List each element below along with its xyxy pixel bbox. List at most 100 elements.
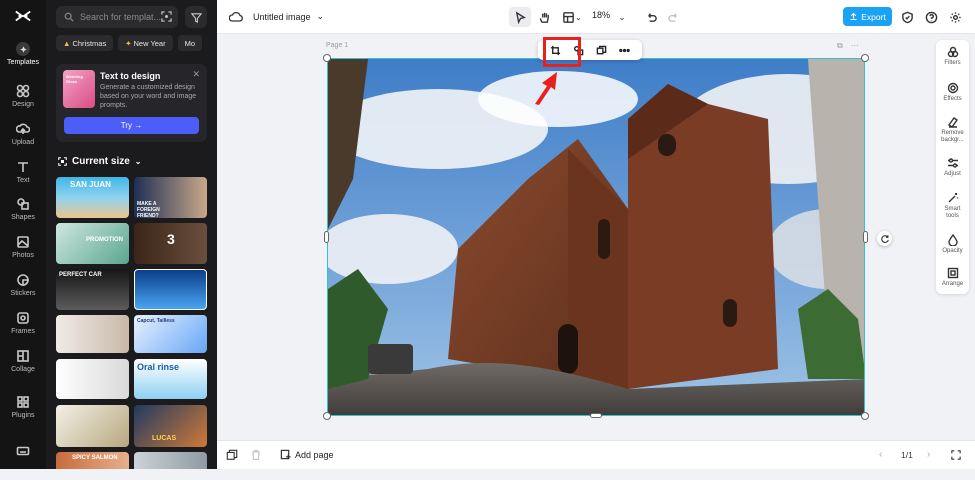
tool-label: Filters	[944, 60, 961, 66]
thumb-text: Wedding Gloss	[66, 74, 83, 84]
plugins-icon	[17, 396, 29, 408]
template-card[interactable]: PROMOTION	[56, 223, 129, 264]
adjust-icon	[947, 158, 958, 168]
undo-button[interactable]	[641, 7, 661, 27]
nav-item-collage[interactable]: Collage	[0, 349, 46, 385]
nav-label: Stickers	[10, 290, 36, 297]
collage-icon	[17, 350, 29, 362]
more-icon[interactable]: ···	[851, 41, 859, 51]
resize-handle[interactable]	[863, 231, 868, 243]
cloud-save-icon[interactable]	[229, 10, 243, 24]
chevron-down-icon: ⌄	[316, 11, 325, 21]
chip-christmas[interactable]: ▲ Christmas	[56, 35, 114, 51]
layout-tool-button[interactable]: ⌄	[557, 7, 587, 27]
template-card[interactable]: MAKE A FOREIGN FRIEND?	[134, 177, 207, 218]
export-button[interactable]: Export	[843, 7, 892, 26]
nav-item-stickers[interactable]: Stickers	[0, 273, 46, 309]
filter-icon	[190, 12, 202, 23]
template-card[interactable]: 3	[134, 223, 207, 264]
template-card[interactable]	[56, 405, 129, 447]
expand-icon[interactable]	[951, 450, 961, 460]
nav-item-upload[interactable]: Upload	[0, 122, 46, 158]
hand-icon	[539, 12, 549, 23]
templates-icon	[16, 42, 30, 56]
text-icon	[18, 162, 28, 172]
add-page-button[interactable]: Add page	[280, 449, 334, 460]
more-icon[interactable]	[619, 45, 630, 56]
search-placeholder: Search for templat...	[80, 12, 162, 22]
nav-label: Shapes	[11, 214, 35, 221]
template-text: Oral rinse	[137, 362, 180, 372]
redo-button[interactable]	[663, 7, 683, 27]
resize-handle[interactable]	[323, 54, 331, 62]
keyboard-icon	[16, 446, 30, 456]
church-photo[interactable]	[327, 58, 865, 416]
help-button[interactable]	[923, 7, 939, 27]
resize-handle[interactable]	[590, 413, 602, 418]
nav-item-plugins[interactable]: Plugins	[0, 395, 46, 431]
capcut-logo-icon[interactable]	[14, 8, 32, 24]
nav-item-frames[interactable]: Frames	[0, 311, 46, 347]
crop-highlight-box	[543, 37, 581, 67]
zoom-level[interactable]: 18%	[592, 10, 610, 20]
template-card[interactable]: LUCAS	[134, 405, 207, 447]
template-text: SPICY SALMON	[72, 455, 118, 461]
rotate-icon	[880, 234, 889, 243]
template-card[interactable]	[134, 452, 207, 469]
rotate-handle[interactable]	[877, 231, 892, 246]
filters-button[interactable]: Filters	[936, 46, 969, 67]
template-text: LUCAS	[152, 435, 177, 442]
nav-label: Design	[12, 101, 34, 108]
settings-button[interactable]	[947, 7, 963, 27]
shield-button[interactable]	[899, 7, 915, 27]
duplicate-page-icon[interactable]: ⧉	[837, 41, 843, 51]
zoom-dropdown[interactable]: ⌄	[615, 7, 629, 27]
duplicate-icon[interactable]	[596, 45, 607, 56]
image-search-icon[interactable]	[161, 11, 172, 22]
template-text: SAN JUAN	[70, 180, 111, 189]
chip-new-year[interactable]: ✦ New Year	[118, 35, 173, 51]
resize-handle[interactable]	[861, 54, 869, 62]
template-card[interactable]: PERFECT CAR	[56, 269, 129, 310]
nav-item-templates[interactable]: Templates	[0, 42, 46, 78]
resize-handle[interactable]	[323, 412, 331, 420]
trash-icon[interactable]	[250, 449, 262, 461]
next-page-icon[interactable]: ›	[927, 449, 930, 460]
nav-item-photos[interactable]: Photos	[0, 235, 46, 271]
template-card[interactable]: Capcut, Tailless	[134, 315, 207, 353]
previous-page-icon[interactable]: ‹	[879, 449, 882, 460]
template-card[interactable]	[56, 315, 129, 353]
layers-icon[interactable]	[226, 449, 238, 461]
try-button[interactable]: Try →	[64, 117, 199, 134]
text-to-design-card[interactable]: Wedding Gloss Text to design Generate a …	[56, 64, 207, 142]
keyboard-shortcuts-button[interactable]	[0, 444, 46, 480]
template-search-input[interactable]: Search for templat...	[56, 6, 178, 28]
chip-more[interactable]: Mo	[177, 35, 203, 51]
effects-button[interactable]: Effects	[936, 82, 969, 103]
nav-item-text[interactable]: Text	[0, 160, 46, 196]
arrange-button[interactable]: Arrange	[936, 267, 969, 288]
filter-button[interactable]	[185, 6, 207, 28]
current-size-dropdown[interactable]: Current size ⌄	[58, 156, 142, 167]
resize-handle[interactable]	[324, 231, 329, 243]
template-card[interactable]: Oral rinse	[134, 359, 207, 399]
resize-handle[interactable]	[861, 412, 869, 420]
remove-background-button[interactable]: Remove backgr...	[936, 116, 969, 144]
document-title[interactable]: Untitled image ⌄	[253, 11, 324, 22]
nav-item-shapes[interactable]: Shapes	[0, 197, 46, 233]
select-tool-button[interactable]	[509, 7, 531, 27]
template-card[interactable]: SPICY SALMON	[56, 452, 129, 469]
template-card[interactable]: SAN JUAN	[56, 177, 129, 218]
nav-label: Collage	[11, 366, 35, 373]
tool-label: Opacity	[942, 248, 963, 254]
eraser-icon	[947, 117, 958, 128]
text-to-design-title: Text to design	[100, 71, 161, 81]
close-icon[interactable]: ✕	[192, 69, 200, 80]
nav-item-design[interactable]: Design	[0, 84, 46, 120]
smart-tools-button[interactable]: Smart tools	[936, 192, 969, 220]
adjust-button[interactable]: Adjust	[936, 157, 969, 178]
hand-tool-button[interactable]	[533, 7, 555, 27]
opacity-button[interactable]: Opacity	[936, 234, 969, 255]
template-card[interactable]	[134, 269, 207, 310]
template-card[interactable]	[56, 359, 129, 399]
